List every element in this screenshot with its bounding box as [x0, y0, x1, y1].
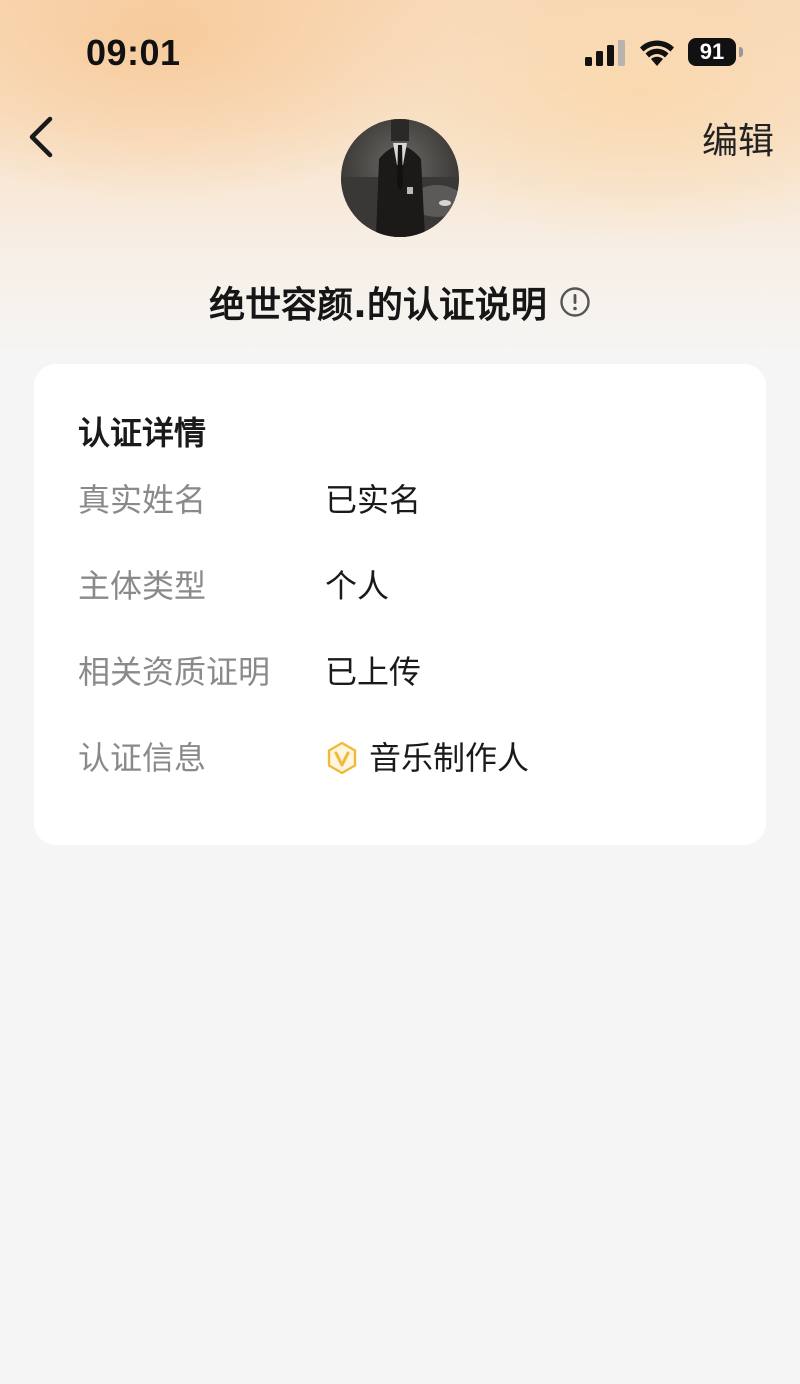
detail-row-certification-info: 认证信息 音乐制作人 — [78, 736, 728, 780]
page-title: 绝世容颜.的认证说明 — [209, 285, 547, 326]
detail-row-label: 相关资质证明 — [78, 653, 271, 691]
wifi-icon — [640, 40, 674, 66]
detail-row-value: 个人 — [325, 567, 390, 605]
detail-row-value-with-badge: 音乐制作人 — [325, 736, 529, 780]
status-bar: 09:01 91 — [0, 0, 800, 104]
card-title: 认证详情 — [78, 414, 207, 452]
detail-row-label: 认证信息 — [78, 739, 207, 777]
page-title-row: 绝世容颜.的认证说明 — [0, 276, 800, 328]
detail-row-label: 主体类型 — [78, 567, 207, 605]
detail-row-qualification: 相关资质证明 已上传 — [78, 650, 728, 694]
certification-screen: 09:01 91 编辑 绝世容颜.的认证说明 认证详情 真实姓名 已实名 主体类… — [0, 0, 800, 1384]
battery-indicator: 91 — [688, 38, 746, 68]
v-verified-badge-icon — [327, 741, 357, 775]
battery-level: 91 — [688, 38, 736, 66]
back-button[interactable] — [20, 110, 70, 166]
certification-details-card: 认证详情 真实姓名 已实名 主体类型 个人 相关资质证明 已上传 认证信息 音乐… — [34, 364, 766, 845]
edit-button[interactable]: 编辑 — [702, 112, 774, 164]
user-avatar[interactable] — [341, 119, 459, 237]
certification-title: 音乐制作人 — [369, 739, 530, 777]
detail-row-entity-type: 主体类型 个人 — [78, 564, 728, 608]
status-time: 09:01 — [86, 32, 181, 73]
cellular-signal-icon — [585, 40, 625, 66]
battery-tip — [739, 47, 743, 57]
detail-row-value: 已实名 — [325, 481, 422, 519]
chevron-left-icon — [29, 116, 53, 158]
detail-row-label: 真实姓名 — [78, 481, 207, 519]
detail-row-value: 已上传 — [325, 653, 422, 691]
info-circle-icon[interactable] — [559, 286, 591, 318]
avatar-image — [341, 119, 459, 237]
detail-row-real-name: 真实姓名 已实名 — [78, 478, 728, 522]
